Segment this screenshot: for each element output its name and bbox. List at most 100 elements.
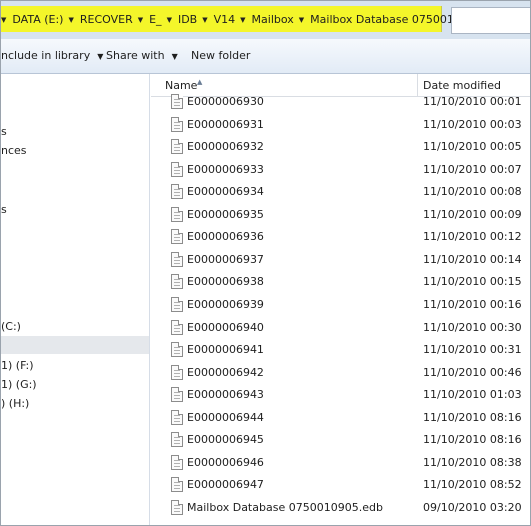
file-name: E0000006940 [187,320,264,334]
file-name: E0000006943 [187,388,264,402]
file-date-modified: 11/10/2010 00:12 [423,230,522,244]
breadcrumb-arrow-icon[interactable]: ▼ [167,16,172,24]
nav-item[interactable]: nces [1,144,27,157]
file-date-modified: 11/10/2010 00:14 [423,252,522,266]
breadcrumb: ▼ DATA (E:) ▼ RECOVER ▼ E_ ▼ IDB ▼ V14 ▼… [1,13,487,26]
file-date-modified: 11/10/2010 00:01 [423,95,522,108]
chevron-down-icon: ▼ [171,52,178,61]
file-icon [171,477,183,493]
file-date-modified: 11/10/2010 00:46 [423,365,522,379]
file-name: E0000006933 [187,162,264,176]
file-row[interactable]: Mailbox Database 0750010905.edb 09/10/201… [151,497,530,519]
file-row[interactable]: E0000006940 11/10/2010 00:30 [151,317,530,339]
file-name: E0000006936 [187,230,264,244]
file-row[interactable]: E0000006944 11/10/2010 08:16 [151,407,530,429]
file-row[interactable]: E0000006937 11/10/2010 00:14 [151,249,530,271]
command-toolbar: nclude in library ▼ Share with ▼ New folde… [1,39,530,74]
file-row[interactable]: E0000006933 11/10/2010 00:07 [151,159,530,181]
file-row[interactable]: E0000006938 11/10/2010 00:15 [151,271,530,293]
share-with-button[interactable]: Share with ▼ [106,49,178,62]
file-date-modified: 11/10/2010 08:16 [423,410,522,424]
search-box[interactable] [451,7,530,34]
breadcrumb-arrow-icon[interactable]: ▼ [1,16,6,24]
file-icon [171,229,183,245]
file-icon [171,319,183,335]
breadcrumb-item-recover[interactable]: RECOVER [80,13,133,26]
sort-ascending-icon: ▲ [197,78,203,86]
file-name: E0000006946 [187,455,264,469]
breadcrumb-item-idb[interactable]: IDB [178,13,197,26]
navigation-pane: s nces s (C:) 1) (F:) 1) (G:) ) (H:) [1,74,150,525]
file-row[interactable]: E0000006934 11/10/2010 00:08 [151,181,530,203]
file-row[interactable]: E0000006935 11/10/2010 00:09 [151,204,530,226]
file-row[interactable]: E0000006932 11/10/2010 00:05 [151,136,530,158]
nav-item-drive-h[interactable]: ) (H:) [1,397,29,410]
breadcrumb-arrow-icon[interactable]: ▼ [68,16,73,24]
file-row[interactable]: E0000006942 11/10/2010 00:46 [151,362,530,384]
file-icon [171,454,183,470]
file-date-modified: 09/10/2010 03:20 [423,500,522,514]
file-row[interactable]: E0000006946 11/10/2010 08:38 [151,452,530,474]
nav-selection-highlight [1,336,149,354]
file-icon [171,409,183,425]
file-date-modified: 11/10/2010 00:05 [423,140,522,154]
file-name: E0000006935 [187,207,264,221]
address-bar: ▼ DATA (E:) ▼ RECOVER ▼ E_ ▼ IDB ▼ V14 ▼… [1,1,530,39]
file-date-modified: 11/10/2010 00:03 [423,117,522,131]
file-name: Mailbox Database 0750010905.edb [187,500,383,514]
file-icon [171,296,183,312]
file-row[interactable]: E0000006941 11/10/2010 00:31 [151,339,530,361]
file-icon [171,139,183,155]
file-date-modified: 11/10/2010 00:30 [423,320,522,334]
file-icon [171,342,183,358]
file-icon [171,274,183,290]
file-icon [171,432,183,448]
nav-item-drive-g[interactable]: 1) (G:) [1,378,37,391]
breadcrumb-arrow-icon[interactable]: ▼ [299,16,304,24]
breadcrumb-item-mailbox[interactable]: Mailbox [252,13,294,26]
file-icon [171,184,183,200]
share-with-label: Share with [106,49,165,62]
file-date-modified: 11/10/2010 08:38 [423,455,522,469]
file-name: E0000006937 [187,252,264,266]
file-name: E0000006939 [187,297,264,311]
file-name: E0000006931 [187,117,264,131]
include-in-library-label: nclude in library [1,49,91,62]
nav-item[interactable]: s [1,203,7,216]
include-in-library-button[interactable]: nclude in library ▼ [1,49,103,62]
file-date-modified: 11/10/2010 08:52 [423,478,522,492]
nav-item[interactable]: s [1,125,7,138]
file-icon [171,387,183,403]
file-name: E0000006947 [187,478,264,492]
breadcrumb-arrow-icon[interactable]: ▼ [202,16,207,24]
file-icon [171,161,183,177]
file-name: E0000006934 [187,185,264,199]
file-name: E0000006945 [187,433,264,447]
file-date-modified: 11/10/2010 08:16 [423,433,522,447]
file-row[interactable]: E0000006930 11/10/2010 00:01 [151,91,530,113]
breadcrumb-item-e[interactable]: E_ [149,13,161,26]
file-icon [171,116,183,132]
breadcrumb-arrow-icon[interactable]: ▼ [138,16,143,24]
nav-item-drive-f[interactable]: 1) (F:) [1,359,34,372]
file-icon [171,251,183,267]
file-row[interactable]: E0000006939 11/10/2010 00:16 [151,294,530,316]
file-date-modified: 11/10/2010 00:15 [423,275,522,289]
file-date-modified: 11/10/2010 00:09 [423,207,522,221]
breadcrumb-item-data-e[interactable]: DATA (E:) [12,13,63,26]
file-icon [171,94,183,109]
file-date-modified: 11/10/2010 00:16 [423,297,522,311]
nav-item-drive-c[interactable]: (C:) [1,320,21,333]
breadcrumb-item-v14[interactable]: V14 [214,13,236,26]
file-date-modified: 11/10/2010 00:07 [423,162,522,176]
file-row[interactable]: E0000006931 11/10/2010 00:03 [151,114,530,136]
explorer-window: ▼ DATA (E:) ▼ RECOVER ▼ E_ ▼ IDB ▼ V14 ▼… [0,0,531,526]
file-date-modified: 11/10/2010 01:03 [423,388,522,402]
file-row[interactable]: E0000006947 11/10/2010 08:52 [151,474,530,496]
breadcrumb-arrow-icon[interactable]: ▼ [240,16,245,24]
file-row[interactable]: E0000006945 11/10/2010 08:16 [151,429,530,451]
chevron-down-icon: ▼ [97,52,104,61]
file-row[interactable]: E0000006943 11/10/2010 01:03 [151,384,530,406]
file-row[interactable]: E0000006936 11/10/2010 00:12 [151,226,530,248]
new-folder-button[interactable]: New folder [191,49,250,62]
